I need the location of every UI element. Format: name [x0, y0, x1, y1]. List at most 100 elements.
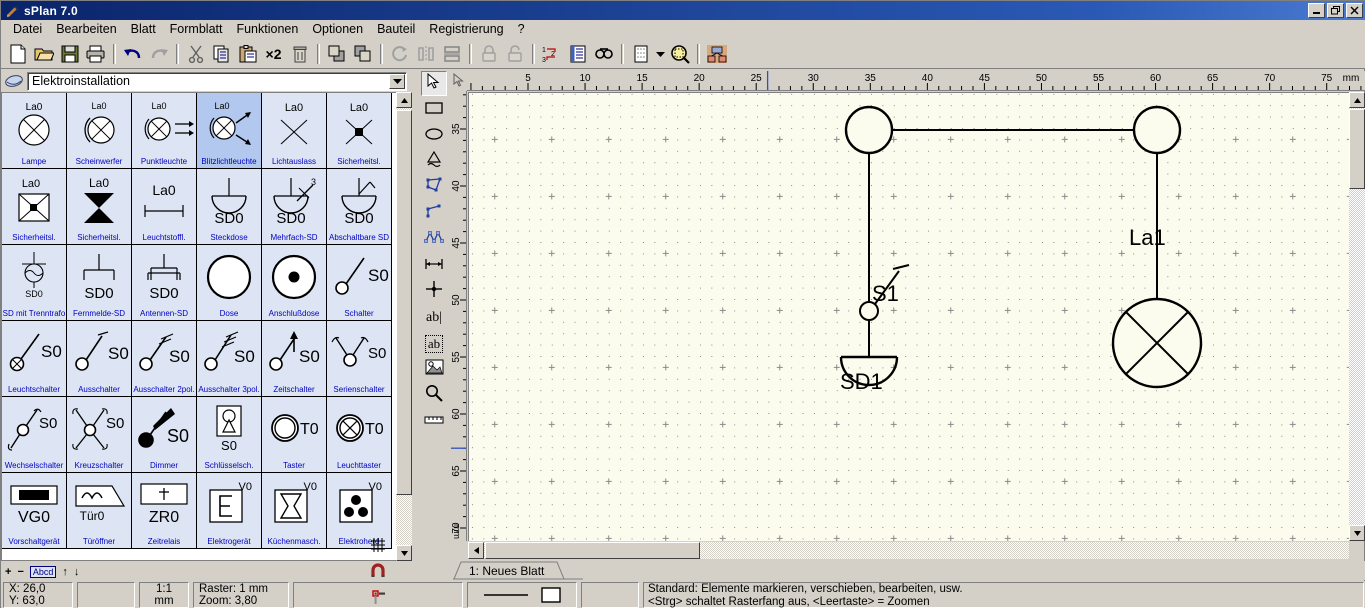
palette-item-scheinwerfer[interactable]: La0 Scheinwerfer: [67, 93, 132, 169]
palette-item-anschlussdose[interactable]: Anschlußdose: [262, 245, 327, 321]
palette-item-kuechenmasch[interactable]: V0 Küchenmasch.: [262, 473, 327, 549]
bring-front-icon[interactable]: [324, 42, 349, 66]
print-icon[interactable]: [83, 42, 108, 66]
palette-item-antennen-sd[interactable]: SD0 Antennen-SD: [132, 245, 197, 321]
zoom-icon[interactable]: [667, 42, 692, 66]
chevron-down-icon[interactable]: [389, 73, 405, 89]
add-component-button[interactable]: +: [5, 566, 11, 578]
move-up-button[interactable]: ↑: [62, 566, 68, 578]
restore-button[interactable]: [1327, 3, 1344, 18]
grid-snap-icon[interactable]: [370, 537, 386, 553]
palette-item-dose[interactable]: Dose: [197, 245, 262, 321]
scroll-up-icon[interactable]: [396, 92, 412, 108]
scroll-left-icon[interactable]: [468, 542, 484, 559]
line-style-preview[interactable]: [482, 589, 530, 601]
palette-item-steckdose[interactable]: SD0 Steckdose: [197, 169, 262, 245]
special-form-tool[interactable]: [421, 149, 447, 174]
copy-icon[interactable]: [209, 42, 234, 66]
palette-scrollbar-thumb[interactable]: [396, 110, 412, 495]
palette-item-abschaltbare-sd[interactable]: SD0 Abschaltbare SD: [327, 169, 392, 245]
palette-item-tueroeffner[interactable]: Tür0 Türöffner: [67, 473, 132, 549]
menu-formblatt[interactable]: Formblatt: [163, 21, 230, 37]
cut-icon[interactable]: [183, 42, 208, 66]
magnet-icon[interactable]: [370, 563, 386, 579]
menu-help[interactable]: ?: [511, 21, 532, 37]
palette-item-zeitschalter[interactable]: S0 Zeitschalter: [262, 321, 327, 397]
measure-tool[interactable]: [421, 409, 447, 434]
polyline-tool[interactable]: [421, 227, 447, 252]
object-snap-icon[interactable]: [370, 589, 386, 605]
canvas-h-scroll-thumb[interactable]: [485, 542, 700, 559]
point-tool[interactable]: [421, 279, 447, 304]
palette-item-sd-mit-trenntrafo[interactable]: SD0 SD mit Trenntrafo: [2, 245, 67, 321]
text-tool[interactable]: ab|: [421, 305, 447, 330]
palette-item-mehrfach-sd[interactable]: 3 SD0 Mehrfach-SD: [262, 169, 327, 245]
palette-item-lichtauslass[interactable]: La0 Lichtauslass: [262, 93, 327, 169]
canvas-vertical-scrollbar[interactable]: [1349, 92, 1365, 541]
palette-item-ausschalter[interactable]: S0 Ausschalter: [67, 321, 132, 397]
scroll-down-icon[interactable]: [396, 545, 412, 561]
undo-icon[interactable]: [120, 42, 145, 66]
menu-bearbeiten[interactable]: Bearbeiten: [49, 21, 123, 37]
save-icon[interactable]: [57, 42, 82, 66]
palette-item-schluesselsch[interactable]: S0 Schlüsselsch.: [197, 397, 262, 473]
sheet-tab-1[interactable]: 1: Neues Blatt: [457, 562, 554, 579]
fill-style-preview[interactable]: [540, 586, 562, 604]
parts-list-icon[interactable]: [565, 42, 590, 66]
polygon-tool[interactable]: [421, 175, 447, 200]
palette-item-punktleuchte[interactable]: La0 Punktleuchte: [132, 93, 197, 169]
palette-scrollbar[interactable]: [396, 92, 412, 561]
palette-item-kreuzschalter[interactable]: S0 Kreuzschalter: [67, 397, 132, 473]
component-palette[interactable]: La0 Lampe La0 Scheinwerfer La0 Punktleuc…: [1, 92, 405, 561]
image-tool[interactable]: [421, 357, 447, 382]
palette-item-leuchtschalter[interactable]: S0 Leuchtschalter: [2, 321, 67, 397]
grid-dropdown-icon[interactable]: [654, 42, 666, 66]
rectangle-tool[interactable]: [421, 97, 447, 122]
menu-funktionen[interactable]: Funktionen: [229, 21, 305, 37]
line-tool[interactable]: [421, 201, 447, 226]
palette-item-wechselschalter[interactable]: S0 Wechselschalter: [2, 397, 67, 473]
palette-item-dimmer[interactable]: S0 Dimmer: [132, 397, 197, 473]
scroll-up-icon[interactable]: [1349, 92, 1365, 108]
find-icon[interactable]: [591, 42, 616, 66]
ellipse-tool[interactable]: [421, 123, 447, 148]
menu-optionen[interactable]: Optionen: [305, 21, 370, 37]
dimension-tool[interactable]: [421, 253, 447, 278]
palette-item-fernmelde-sd[interactable]: SD0 Fernmelde-SD: [67, 245, 132, 321]
delete-icon[interactable]: [287, 42, 312, 66]
menu-bauteil[interactable]: Bauteil: [370, 21, 422, 37]
move-down-button[interactable]: ↓: [74, 566, 80, 578]
order-numbers-icon[interactable]: 1 2 3: [539, 42, 564, 66]
palette-item-elektrogeraet[interactable]: V0 Elektrogerät: [197, 473, 262, 549]
palette-item-leuchttaster[interactable]: T0 Leuchttaster: [327, 397, 392, 473]
new-icon[interactable]: [5, 42, 30, 66]
select-tool[interactable]: [421, 71, 447, 96]
textbox-tool[interactable]: ab: [421, 331, 447, 356]
palette-item-vorschaltgeraet[interactable]: VG0 Vorschaltgerät: [2, 473, 67, 549]
send-back-icon[interactable]: [350, 42, 375, 66]
style-preview[interactable]: [467, 582, 577, 608]
minimize-button[interactable]: [1308, 3, 1325, 18]
palette-item-sicherheitsl-box[interactable]: La0 Sicherheitsl.: [2, 169, 67, 245]
open-icon[interactable]: [31, 42, 56, 66]
rename-component-button[interactable]: Abcd: [29, 566, 57, 578]
grid-icon[interactable]: [628, 42, 653, 66]
palette-item-taster[interactable]: T0 Taster: [262, 397, 327, 473]
palette-item-sicherheitsl-x[interactable]: La0 Sicherheitsl.: [327, 93, 392, 169]
library-combo[interactable]: Elektroinstallation: [27, 71, 407, 91]
palette-item-leuchtstoffl[interactable]: La0 Leuchtstoffl.: [132, 169, 197, 245]
palette-item-ausschalter-2pol[interactable]: S0 Ausschalter 2pol.: [132, 321, 197, 397]
palette-item-schalter[interactable]: S0 Schalter: [327, 245, 392, 321]
menu-registrierung[interactable]: Registrierung: [422, 21, 510, 37]
palette-item-lampe[interactable]: La0 Lampe: [2, 93, 67, 169]
canvas-horizontal-scrollbar[interactable]: [468, 542, 1349, 559]
palette-item-serienschalter[interactable]: S0 Serienschalter: [327, 321, 392, 397]
duplicate-icon[interactable]: ×2: [261, 42, 286, 66]
drawing-canvas[interactable]: S1 SD1 La1: [468, 92, 1349, 541]
menu-blatt[interactable]: Blatt: [124, 21, 163, 37]
palette-item-sicherheitsl-bowtie[interactable]: La0 Sicherheitsl.: [67, 169, 132, 245]
palette-item-ausschalter-3pol[interactable]: S0 Ausschalter 3pol.: [197, 321, 262, 397]
scroll-down-icon[interactable]: [1349, 525, 1365, 541]
menu-datei[interactable]: Datei: [6, 21, 49, 37]
palette-item-zeitrelais[interactable]: ZR0 Zeitrelais: [132, 473, 197, 549]
